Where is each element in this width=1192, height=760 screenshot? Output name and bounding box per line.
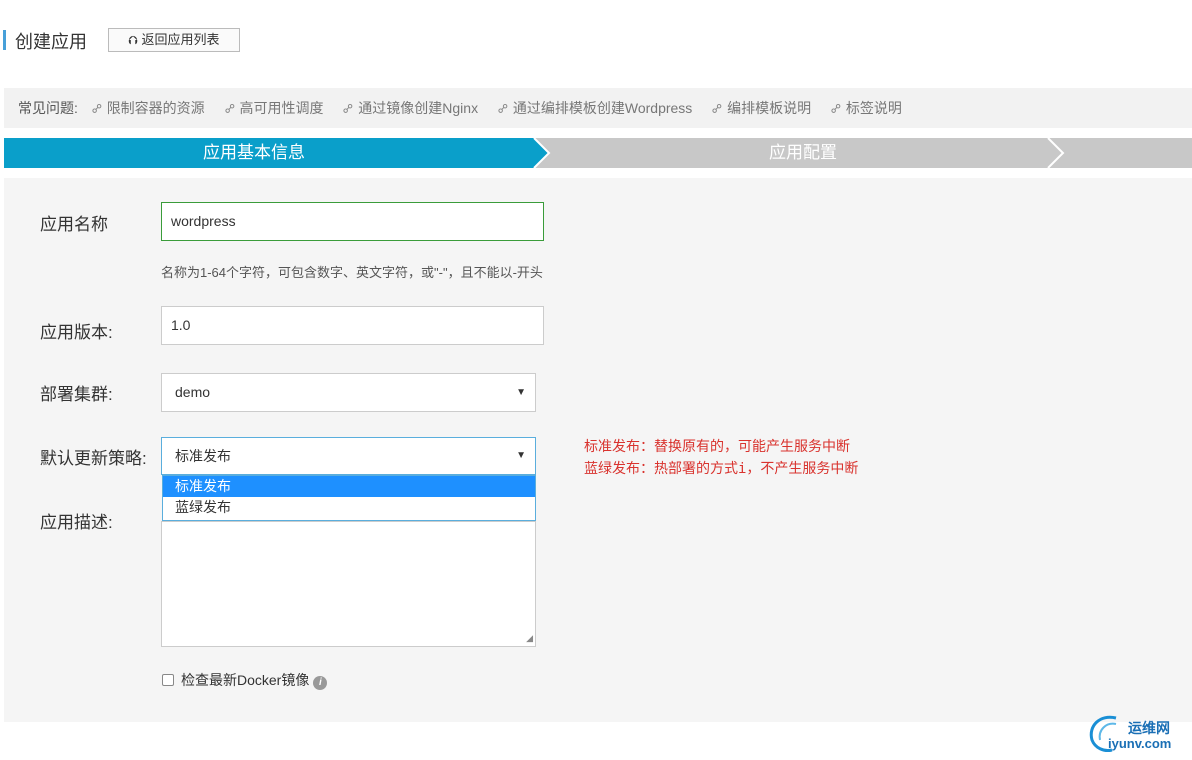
cluster-label: 部署集群:: [40, 385, 113, 404]
update-strategy-label: 默认更新策略:: [40, 449, 147, 468]
faq-link-label: 限制容器的资源: [106, 100, 205, 116]
update-strategy-select-value: 标准发布: [175, 448, 231, 464]
step-chevron: [1047, 138, 1065, 168]
strategy-note: 标准发布：替换原有的，可能产生服务中断 蓝绿发布：热部署的方式i，不产生服务中断: [584, 436, 858, 480]
faq-link-label: 标签说明: [845, 100, 902, 116]
faq-bar: 常见问题: ⚯限制容器的资源 ⚯高可用性调度 ⚯通过镜像创建Nginx ⚯通过编…: [4, 88, 1192, 128]
faq-link-ha-scheduling[interactable]: ⚯高可用性调度: [221, 99, 324, 117]
upload-arrow-icon: ⮉: [128, 33, 138, 47]
page-header: 创建应用 ⮉ 返回应用列表: [0, 0, 1192, 80]
strategy-option-blue-green[interactable]: 蓝绿发布: [163, 497, 535, 518]
back-button-label: 返回应用列表: [141, 32, 220, 47]
chevron-down-icon: ▼: [516, 387, 526, 398]
info-icon[interactable]: i: [313, 676, 328, 690]
chevron-down-icon: ▼: [516, 450, 526, 461]
step-chevron: [518, 138, 551, 168]
step-app-config[interactable]: 应用配置: [534, 138, 1192, 168]
faq-link-label: 编排模板说明: [727, 100, 812, 116]
title-accent-bar: [3, 30, 6, 50]
faq-label: 常见问题:: [18, 100, 78, 116]
app-name-hint: 名称为1-64个字符，可包含数字、英文字符，或"-"，且不能以-开头: [161, 265, 543, 280]
faq-link-labels-doc[interactable]: ⚯标签说明: [827, 99, 902, 117]
step-label: 应用配置: [769, 143, 837, 162]
faq-link-label: 高可用性调度: [239, 100, 324, 116]
back-to-app-list-button[interactable]: ⮉ 返回应用列表: [108, 28, 240, 52]
app-description-textarea[interactable]: ◢: [161, 521, 536, 647]
step-label: 应用基本信息: [203, 143, 305, 162]
resize-handle-icon[interactable]: ◢: [526, 633, 533, 644]
app-description-label: 应用描述:: [40, 513, 113, 532]
watermark-brand: 运维网: [1128, 720, 1170, 736]
step-basic-info[interactable]: 应用基本信息: [4, 138, 534, 168]
faq-link-label: 通过镜像创建Nginx: [358, 100, 479, 116]
strategy-option-standard[interactable]: 标准发布: [163, 476, 535, 497]
app-version-input[interactable]: 1.0: [161, 306, 544, 345]
faq-link-nginx-image[interactable]: ⚯通过镜像创建Nginx: [339, 99, 479, 117]
faq-link-resource-limits[interactable]: ⚯限制容器的资源: [88, 99, 205, 117]
cluster-select[interactable]: demo ▼: [161, 373, 536, 412]
faq-link-template-doc[interactable]: ⚯编排模板说明: [708, 99, 812, 117]
wizard-steps: 应用配置 应用基本信息: [4, 138, 1192, 168]
check-docker-image-checkbox[interactable]: [162, 674, 174, 686]
faq-link-label: 通过编排模板创建Wordpress: [512, 100, 693, 116]
check-docker-image-label: 检查最新Docker镜像: [181, 672, 310, 688]
update-strategy-select[interactable]: 标准发布 ▼: [161, 437, 536, 475]
watermark-logo: 运维网 iyunv.com: [1086, 710, 1190, 756]
strategy-note-standard: 标准发布：替换原有的，可能产生服务中断: [584, 439, 850, 455]
strategy-note-blue-green: 蓝绿发布：热部署的方式i，不产生服务中断: [584, 461, 859, 477]
watermark-site: iyunv.com: [1108, 736, 1172, 751]
cluster-select-value: demo: [175, 384, 211, 400]
faq-link-wordpress-template[interactable]: ⚯通过编排模板创建Wordpress: [494, 99, 693, 117]
app-name-input[interactable]: wordpress: [161, 202, 544, 241]
update-strategy-dropdown: 标准发布 蓝绿发布: [162, 475, 536, 521]
page-title: 创建应用: [15, 32, 87, 52]
create-app-form: 应用名称 wordpress 名称为1-64个字符，可包含数字、英文字符，或"-…: [4, 178, 1192, 722]
check-docker-image-row: 检查最新Docker镜像 i: [162, 670, 328, 690]
app-version-label: 应用版本:: [40, 323, 113, 342]
app-name-label: 应用名称: [40, 215, 108, 234]
